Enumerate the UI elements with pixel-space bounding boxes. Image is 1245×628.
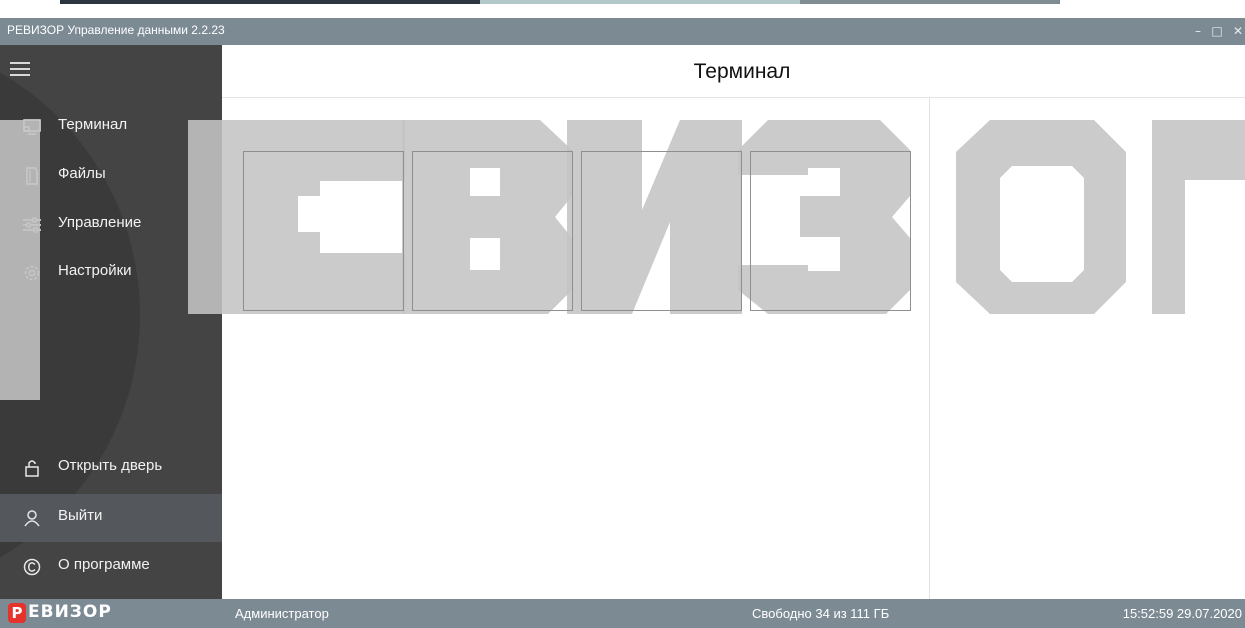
- window-title: РЕВИЗОР Управление данными 2.2.23: [7, 23, 225, 37]
- terminal-slot[interactable]: [412, 151, 573, 311]
- status-bar: Р ЕВИЗОР Администратор Свободно 34 из 11…: [0, 599, 1245, 628]
- sidebar-item-label: Управление: [58, 214, 142, 231]
- watermark-letter-r2: [1152, 120, 1245, 314]
- terminal-slot[interactable]: [750, 151, 911, 311]
- strip-segment: [800, 0, 1060, 4]
- content-divider: [929, 98, 930, 599]
- title-bar: РЕВИЗОР Управление данными 2.2.23 – □ ✕: [0, 18, 1245, 45]
- sidebar-item-label: Выйти: [58, 507, 103, 524]
- sidebar-item-settings[interactable]: Настройки: [0, 249, 222, 297]
- sidebar-item-label: Файлы: [58, 165, 106, 182]
- strip-segment: [480, 0, 800, 4]
- sliders-icon: [23, 217, 41, 233]
- sidebar-item-open-door[interactable]: Открыть дверь: [0, 444, 222, 492]
- user-icon: [24, 510, 40, 527]
- terminal-slot[interactable]: [581, 151, 742, 311]
- lock-open-icon: [25, 460, 39, 477]
- sidebar-item-files[interactable]: Файлы: [0, 152, 222, 200]
- clock: 15:52:59 29.07.2020: [1122, 606, 1242, 621]
- brand-logo: Р ЕВИЗОР: [8, 601, 208, 625]
- sidebar-item-about[interactable]: О программе: [0, 543, 222, 591]
- app-window: РЕВИЗОР Управление данными 2.2.23 – □ ✕ …: [0, 0, 1245, 628]
- sidebar-item-management[interactable]: Управление: [0, 201, 222, 249]
- page-title: Терминал: [693, 60, 791, 83]
- copyright-icon: [23, 558, 41, 576]
- top-strip: [0, 0, 1245, 18]
- maximize-button[interactable]: □: [1208, 21, 1226, 41]
- files-icon: [26, 167, 38, 185]
- brand-logo-mark: Р: [8, 603, 26, 623]
- sidebar-item-label: Открыть дверь: [58, 457, 163, 474]
- close-button[interactable]: ✕: [1229, 21, 1245, 41]
- minimize-button[interactable]: –: [1189, 21, 1207, 41]
- page-header: Терминал: [222, 45, 1245, 98]
- terminal-icon: [23, 119, 41, 135]
- sidebar-item-label: Терминал: [58, 116, 128, 133]
- current-user: Администратор: [235, 606, 329, 621]
- sidebar: Терминал Файлы Управление Настройки Откр…: [0, 45, 222, 599]
- watermark-letter-o: [956, 120, 1126, 314]
- brand-logo-text: ЕВИЗОР: [28, 602, 112, 622]
- sidebar-item-terminal[interactable]: Терминал: [0, 103, 222, 151]
- strip-segment: [60, 0, 480, 4]
- sidebar-item-label: О программе: [58, 556, 150, 573]
- terminal-slot[interactable]: [243, 151, 404, 311]
- hamburger-icon[interactable]: [10, 60, 32, 76]
- free-space: Свободно 34 из 111 ГБ: [752, 606, 890, 621]
- sidebar-item-label: Настройки: [58, 262, 132, 279]
- gear-icon: [24, 265, 40, 281]
- sidebar-item-logout[interactable]: Выйти: [0, 494, 222, 542]
